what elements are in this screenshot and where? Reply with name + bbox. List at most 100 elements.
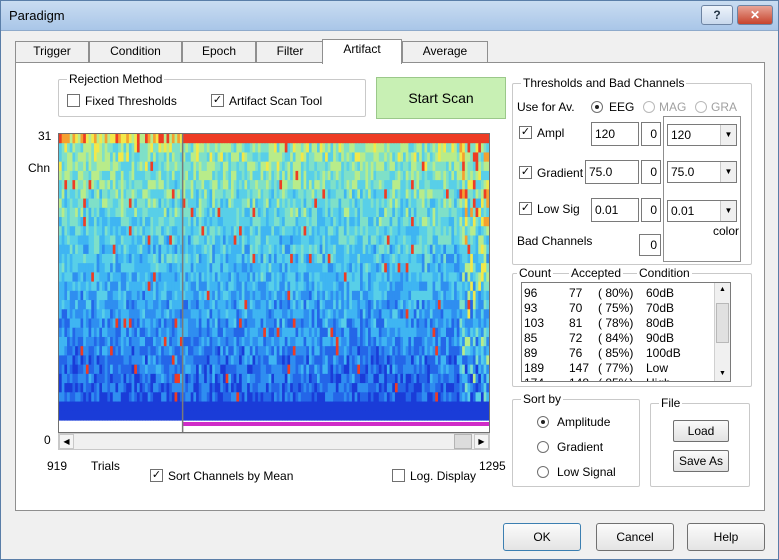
count-cell: 93	[524, 301, 538, 315]
gradient-count: 0	[641, 160, 661, 184]
ampl-checkbox[interactable]: ✓	[519, 126, 532, 139]
y-axis-bottom-label: 0	[44, 433, 51, 447]
accepted-cell: 147	[569, 361, 590, 375]
rejected-trials-bar	[182, 422, 489, 426]
color-label: color	[713, 224, 740, 238]
count-cell: 189	[524, 361, 545, 375]
gradient-combo-value: 75.0	[671, 165, 695, 179]
window-title: Paradigm	[9, 8, 65, 23]
save-as-button[interactable]: Save As	[673, 450, 729, 472]
log-display-checkbox[interactable]	[392, 469, 405, 482]
use-for-av-label: Use for Av.	[517, 100, 575, 114]
accepted-cell: 148	[569, 375, 589, 381]
bad-channels-count: 0	[639, 234, 661, 256]
low-sig-combo[interactable]: 0.01 ▼	[667, 200, 737, 222]
chevron-down-icon[interactable]: ▼	[720, 125, 736, 145]
gradient-combo[interactable]: 75.0 ▼	[667, 161, 737, 183]
sort-low-signal-label: Low Signal	[557, 465, 616, 479]
chevron-down-icon[interactable]: ▼	[720, 162, 736, 182]
condition-cell: 80dB	[646, 316, 675, 330]
tab-epoch[interactable]: Epoch	[182, 41, 256, 62]
low-sig-value-input[interactable]: 0.01	[591, 198, 639, 222]
counts-scrollbar[interactable]: ▲ ▼	[714, 283, 730, 381]
gradient-checkbox[interactable]: ✓	[519, 166, 532, 179]
mode-gra-label: GRA	[711, 100, 738, 114]
sort-gradient-radio[interactable]	[537, 441, 549, 453]
count-cell: 89	[524, 346, 538, 360]
gradient-value-input[interactable]: 75.0	[585, 160, 639, 184]
ok-button[interactable]: OK	[503, 523, 581, 551]
mode-mag-label: MAG	[659, 100, 687, 114]
artifact-scan-checkbox[interactable]: ✓	[211, 94, 224, 107]
sort-by-mean-label: Sort Channels by Mean	[168, 469, 294, 483]
help-button[interactable]: Help	[687, 523, 765, 551]
start-scan-button[interactable]: Start Scan	[376, 77, 506, 119]
count-header: Count	[517, 266, 554, 280]
tab-average[interactable]: Average	[402, 41, 488, 62]
scroll-right-icon[interactable]: ▶	[474, 434, 489, 449]
condition-cell: 60dB	[646, 286, 675, 300]
trials-scrollbar[interactable]: ◀ ▶	[58, 433, 490, 450]
sort-by-mean-checkbox[interactable]: ✓	[150, 469, 163, 482]
fixed-thresholds-label: Fixed Thresholds	[85, 94, 177, 108]
mode-eeg-label: EEG	[609, 100, 635, 114]
percent-cell: ( 80%)	[598, 286, 634, 300]
scroll-up-icon[interactable]: ▲	[716, 283, 729, 296]
accepted-cell: 72	[569, 331, 583, 345]
condition-header: Condition	[637, 266, 692, 280]
artifact-heatmap[interactable]	[59, 134, 489, 432]
cancel-button[interactable]: Cancel	[596, 523, 674, 551]
gradient-label: Gradient	[537, 166, 584, 180]
artifact-heatmap-frame	[58, 133, 490, 433]
percent-cell: ( 77%)	[598, 361, 634, 375]
tab-artifact[interactable]: Artifact	[322, 39, 402, 64]
title-bar: Paradigm ? ✕	[1, 1, 778, 31]
tab-trigger[interactable]: Trigger	[15, 41, 89, 62]
fixed-thresholds-checkbox[interactable]	[67, 94, 80, 107]
ampl-value-input[interactable]: 120	[591, 122, 639, 146]
mode-gra-radio	[695, 101, 707, 113]
count-cell: 174	[524, 375, 544, 381]
low-sig-combo-value: 0.01	[671, 204, 695, 218]
paradigm-window: Paradigm ? ✕ Trigger Condition Epoch Fil…	[0, 0, 779, 560]
load-button[interactable]: Load	[673, 420, 729, 442]
low-sig-checkbox[interactable]: ✓	[519, 202, 532, 215]
sort-gradient-label: Gradient	[557, 440, 604, 454]
tab-condition[interactable]: Condition	[89, 41, 182, 62]
x-axis-left-label: 919	[47, 459, 68, 473]
count-cell: 103	[524, 316, 545, 330]
count-cell: 96	[524, 286, 538, 300]
scroll-down-icon[interactable]: ▼	[716, 367, 729, 380]
thresholds-group: Thresholds and Bad Channels Use for Av. …	[512, 76, 752, 265]
low-sig-label: Low Sig	[537, 202, 580, 216]
y-axis-top-label: 31	[38, 129, 52, 143]
mode-mag-radio	[643, 101, 655, 113]
condition-cell: 90dB	[646, 331, 675, 345]
thresholds-title: Thresholds and Bad Channels	[521, 76, 687, 90]
ampl-combo[interactable]: 120 ▼	[667, 124, 737, 146]
tab-filter[interactable]: Filter	[256, 41, 324, 62]
sort-amplitude-radio[interactable]	[537, 416, 549, 428]
accepted-cell: 76	[569, 346, 583, 360]
sort-low-signal-radio[interactable]	[537, 466, 549, 478]
accepted-cell: 81	[569, 316, 583, 330]
scroll-thumb[interactable]	[454, 434, 472, 449]
mode-eeg-radio[interactable]	[591, 101, 603, 113]
sort-by-group: Sort by Amplitude Gradient Low Signal	[512, 392, 640, 487]
percent-cell: ( 84%)	[598, 331, 634, 345]
accepted-cell: 77	[569, 286, 583, 300]
percent-cell: ( 75%)	[598, 301, 634, 315]
counts-list[interactable]: 96 77 ( 80%) 60dB 93 70 ( 75%) 70dB 103 81 ( 78%) 8…	[521, 282, 731, 382]
scroll-left-icon[interactable]: ◀	[59, 434, 74, 449]
low-sig-count: 0	[641, 198, 661, 222]
title-close-button[interactable]: ✕	[737, 5, 773, 25]
title-help-button[interactable]: ?	[701, 5, 733, 25]
condition-cell: 70dB	[646, 301, 675, 315]
file-group: File Load Save As	[650, 396, 750, 487]
accepted-cell: 70	[569, 301, 583, 315]
ampl-count: 0	[641, 122, 661, 146]
y-axis-label: Chn	[28, 161, 51, 175]
chevron-down-icon[interactable]: ▼	[720, 201, 736, 221]
counts-scroll-thumb[interactable]	[716, 303, 729, 343]
accepted-header: Accepted	[569, 266, 624, 280]
